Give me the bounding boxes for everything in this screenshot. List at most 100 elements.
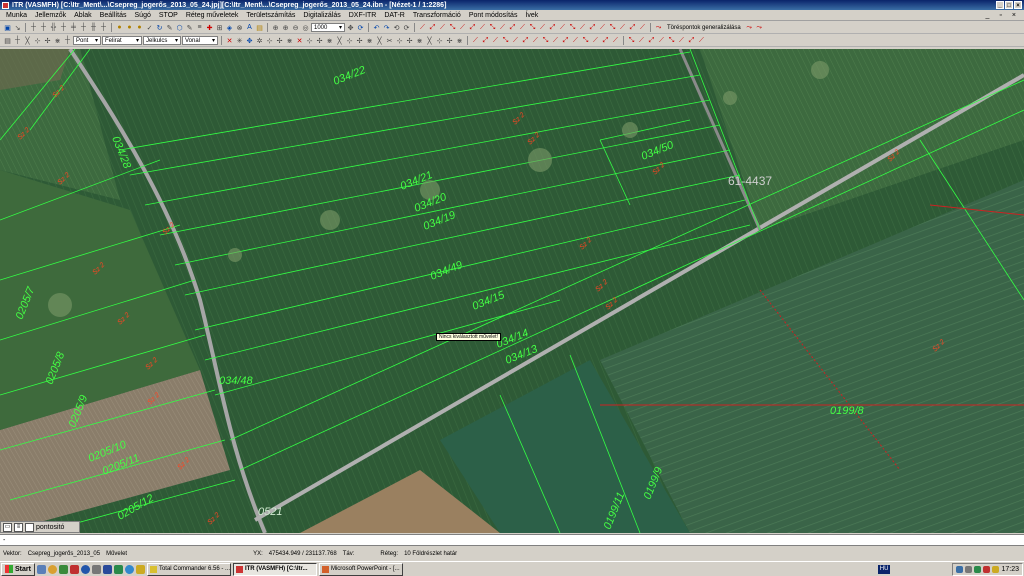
- node-tool-icon[interactable]: ╪: [69, 23, 78, 32]
- line-tool-icon[interactable]: ⟋: [551, 36, 560, 45]
- node-tool-icon[interactable]: ✲: [255, 36, 264, 45]
- node-tool-icon[interactable]: ✢: [315, 36, 324, 45]
- list-icon[interactable]: ≡: [14, 522, 23, 532]
- line-tool-icon[interactable]: ⤢: [687, 36, 696, 45]
- tool-icon[interactable]: ⤳: [745, 23, 754, 32]
- node-tool-icon[interactable]: ╳: [425, 36, 434, 45]
- line-tool-icon[interactable]: ⟋: [638, 23, 647, 32]
- menu-dxf-itr[interactable]: DXF-ITR: [345, 12, 381, 19]
- tool-icon[interactable]: ⊞: [215, 23, 224, 32]
- line-tool-icon[interactable]: ⤡: [448, 23, 457, 32]
- menu-pont-modositas[interactable]: Pont módosítás: [465, 12, 522, 19]
- rotate-icon[interactable]: ↻: [155, 23, 164, 32]
- line-tool-icon[interactable]: ⤢: [548, 23, 557, 32]
- line-tool-icon[interactable]: ⟋: [591, 36, 600, 45]
- undo-icon[interactable]: ↶: [372, 23, 381, 32]
- line-tool-icon[interactable]: ⟋: [618, 23, 627, 32]
- label-type-select[interactable]: Felirat ▾: [102, 36, 142, 45]
- zoom-in-icon[interactable]: ⊕: [281, 23, 290, 32]
- node-tool-icon[interactable]: ✢: [355, 36, 364, 45]
- node-tool-icon[interactable]: ⋇: [325, 36, 334, 45]
- search-icon[interactable]: ●: [125, 23, 134, 32]
- tray-app-icon[interactable]: [974, 565, 982, 573]
- line-tool-icon[interactable]: ⟋: [458, 23, 467, 32]
- node-tool-icon[interactable]: ╫: [89, 23, 98, 32]
- node-tool-icon[interactable]: ⋇: [455, 36, 464, 45]
- start-button[interactable]: Start: [1, 562, 35, 576]
- node-tool-icon[interactable]: ⊹: [395, 36, 404, 45]
- tray-app-icon[interactable]: [983, 565, 991, 573]
- tray-app-icon[interactable]: [992, 565, 1000, 573]
- zoom-out-icon[interactable]: ⊖: [291, 23, 300, 32]
- line-tool-icon[interactable]: ⤡: [667, 36, 676, 45]
- line-tool-icon[interactable]: ⤢: [561, 36, 570, 45]
- line-tool-icon[interactable]: ⤢: [588, 23, 597, 32]
- line-tool-icon[interactable]: ⤢: [428, 23, 437, 32]
- check-icon[interactable]: ✓: [145, 23, 154, 32]
- node-tool-icon[interactable]: ┼: [13, 36, 22, 45]
- volume-icon[interactable]: [965, 565, 973, 573]
- generalize-label[interactable]: Töréspontok generalizálása: [664, 25, 744, 31]
- close-icon[interactable]: ×: [1014, 1, 1022, 9]
- clock[interactable]: 17:23: [1001, 566, 1019, 573]
- app-icon[interactable]: [69, 564, 79, 574]
- maximize-icon[interactable]: □: [1005, 1, 1013, 9]
- point-type-select[interactable]: Pont ▾: [73, 36, 101, 45]
- text-icon[interactable]: A: [245, 23, 254, 32]
- menu-reteg-muveletek[interactable]: Réteg műveletek: [182, 12, 243, 19]
- node-tool-icon[interactable]: ✢: [275, 36, 284, 45]
- menu-transzformacio[interactable]: Transzformáció: [409, 12, 465, 19]
- ie-icon[interactable]: [124, 564, 134, 574]
- excel-icon[interactable]: [113, 564, 123, 574]
- scale-select[interactable]: 1000 ▾: [311, 23, 345, 32]
- line-tool-icon[interactable]: ⟋: [491, 36, 500, 45]
- stack-icon[interactable]: ≡: [195, 23, 204, 32]
- line-tool-icon[interactable]: ⤢: [508, 23, 517, 32]
- doc-close-icon[interactable]: ×: [1008, 12, 1020, 19]
- network-icon[interactable]: [956, 565, 964, 573]
- line-tool-icon[interactable]: ⤡: [501, 36, 510, 45]
- node-tool-icon[interactable]: ✂: [385, 36, 394, 45]
- line-tool-icon[interactable]: ⟋: [418, 23, 427, 32]
- language-indicator[interactable]: HU: [877, 564, 891, 574]
- node-tool-icon[interactable]: ✢: [43, 36, 52, 45]
- line-tool-icon[interactable]: ⟋: [571, 36, 580, 45]
- desktop-icon[interactable]: [36, 564, 46, 574]
- menu-dat-r[interactable]: DAT-R: [380, 12, 408, 19]
- node-tool-icon[interactable]: ⋇: [285, 36, 294, 45]
- node-tool-icon[interactable]: ⊹: [345, 36, 354, 45]
- arrow-icon[interactable]: ↘: [13, 23, 22, 32]
- binoculars-icon[interactable]: ⊗: [235, 23, 244, 32]
- node-tool-icon[interactable]: ╳: [23, 36, 32, 45]
- tool-icon[interactable]: ⤳: [755, 23, 764, 32]
- app-icon[interactable]: [58, 564, 68, 574]
- node-tool-icon[interactable]: ┼: [29, 23, 38, 32]
- layer-icon[interactable]: ▤: [3, 36, 12, 45]
- line-tool-icon[interactable]: ⟋: [598, 23, 607, 32]
- node-tool-icon[interactable]: ⋇: [415, 36, 424, 45]
- line-tool-icon[interactable]: ⤡: [568, 23, 577, 32]
- line-tool-icon[interactable]: ⟋: [538, 23, 547, 32]
- line-tool-icon[interactable]: ⟋: [478, 23, 487, 32]
- line-tool-icon[interactable]: ⤡: [608, 23, 617, 32]
- node-tool-icon[interactable]: ┼: [99, 23, 108, 32]
- line-tool-icon[interactable]: ⟋: [558, 23, 567, 32]
- minimize-icon[interactable]: _: [996, 1, 1004, 9]
- doc-minimize-icon[interactable]: _: [982, 12, 994, 19]
- layer-name[interactable]: pontositó: [36, 524, 64, 531]
- node-tool-icon[interactable]: ┼: [59, 23, 68, 32]
- menu-digitalizalas[interactable]: Digitalizálás: [299, 12, 344, 19]
- pan-icon[interactable]: ✥: [346, 23, 355, 32]
- node-tool-icon[interactable]: ⊹: [305, 36, 314, 45]
- line-type-select[interactable]: Vonal ▾: [182, 36, 218, 45]
- node-tool-icon[interactable]: ⊹: [265, 36, 274, 45]
- line-tool-icon[interactable]: ⤢: [481, 36, 490, 45]
- tool-icon[interactable]: ✚: [205, 23, 214, 32]
- polygon-icon[interactable]: ⬡: [175, 23, 184, 32]
- line-tool-icon[interactable]: ⟋: [677, 36, 686, 45]
- search-icon[interactable]: ●: [115, 23, 124, 32]
- node-tool-icon[interactable]: ✳: [235, 36, 244, 45]
- browser-icon[interactable]: [47, 564, 57, 574]
- redo-list-icon[interactable]: ⟳: [402, 23, 411, 32]
- node-tool-icon[interactable]: ✥: [245, 36, 254, 45]
